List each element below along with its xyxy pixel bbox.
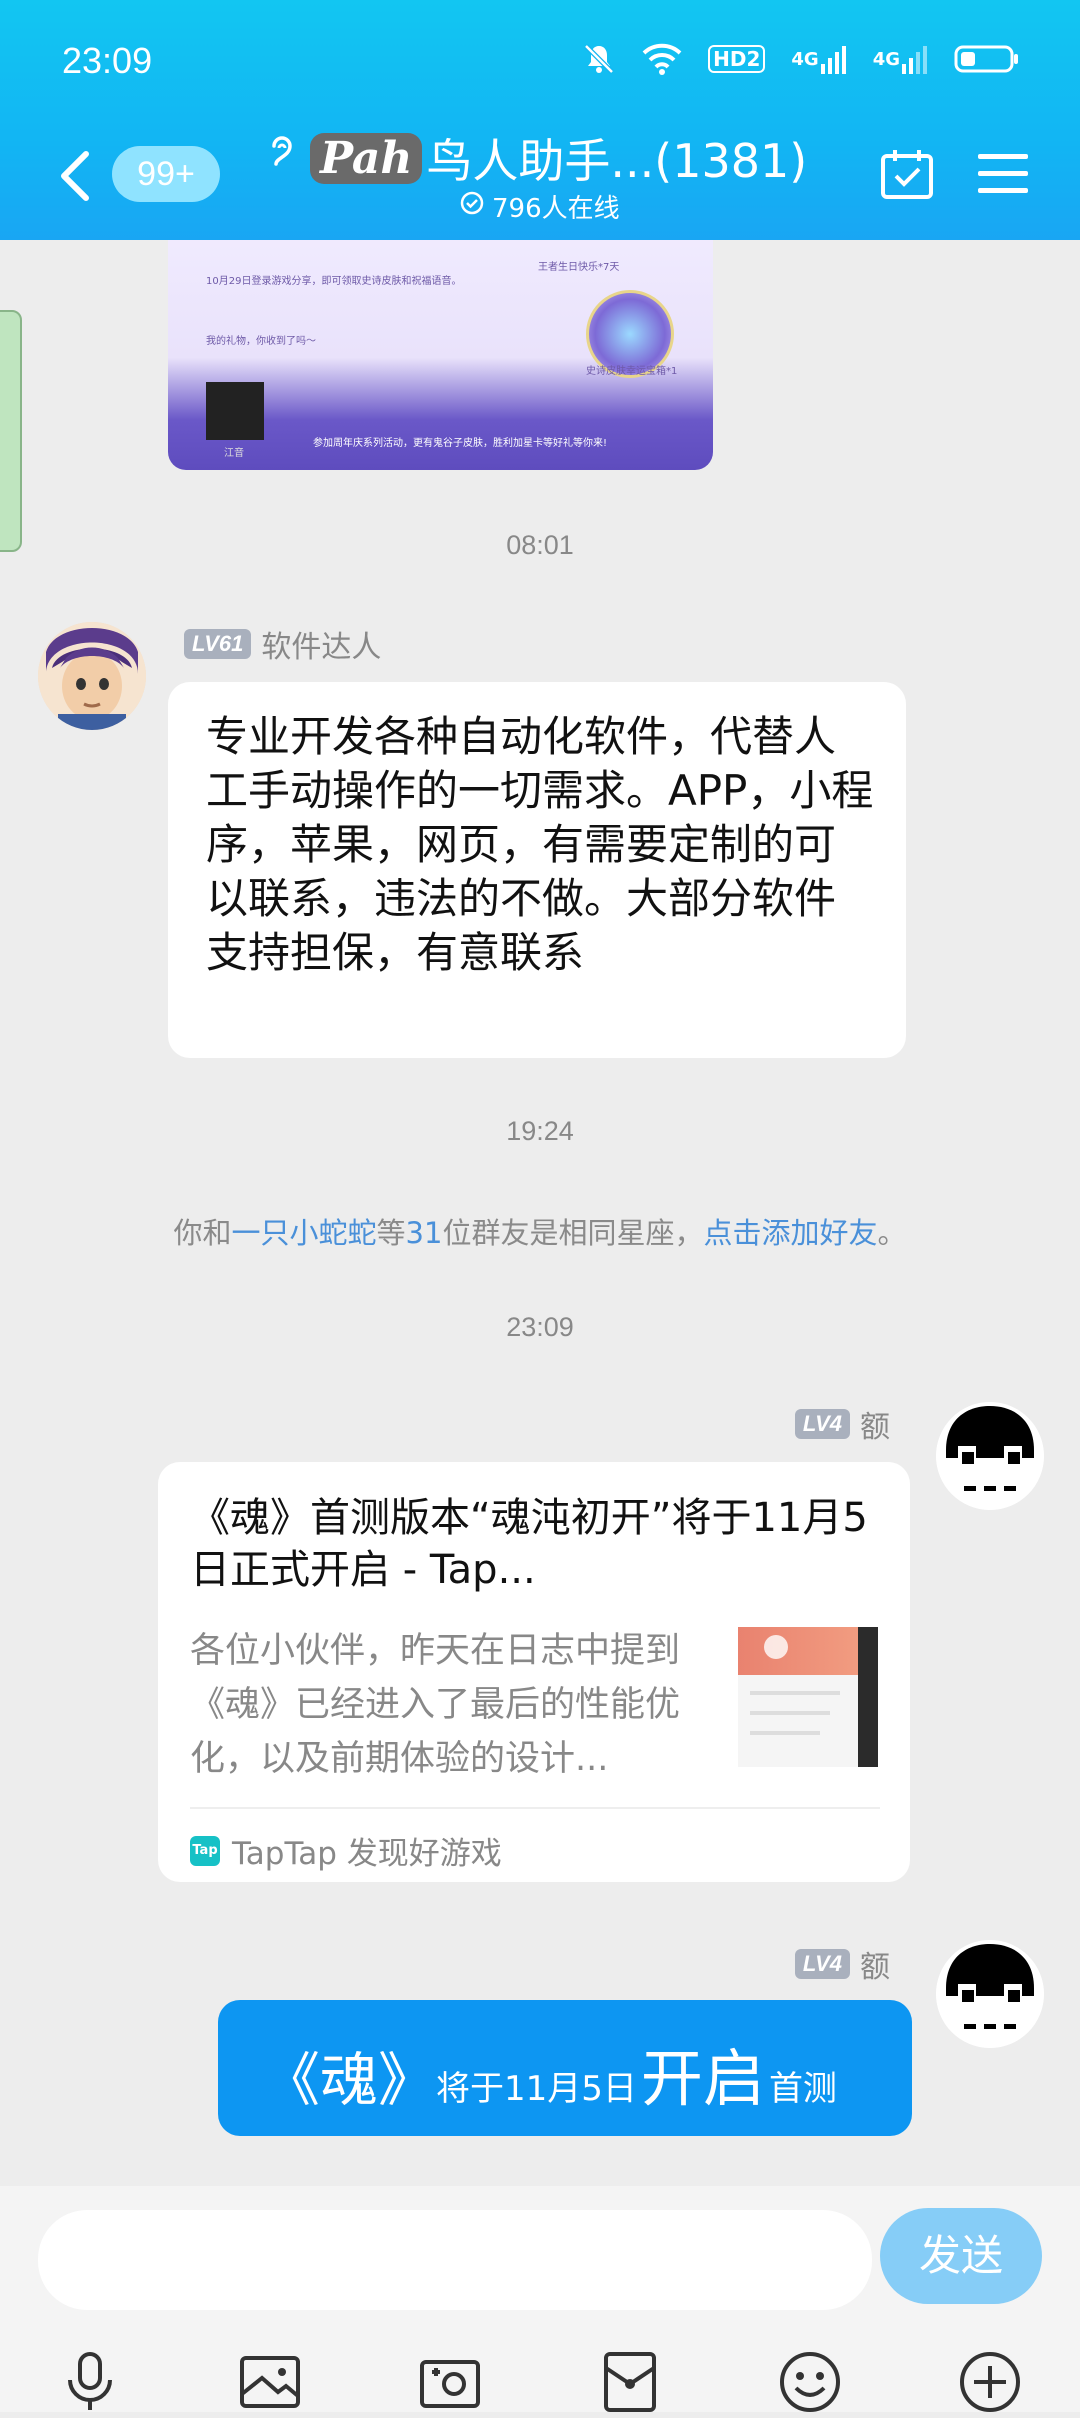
timestamp: 19:24: [506, 1116, 574, 1146]
group-title-row[interactable]: Pah 鸟人助手...(1381): [268, 126, 807, 190]
system-message: 你和一只小蛇蛇等31位群友是相同星座，点击添加好友。: [0, 1210, 1080, 1252]
avatar[interactable]: [936, 1402, 1044, 1510]
sender-row: LV4 额: [794, 1942, 890, 1986]
system-text-end: 。: [877, 1216, 907, 1250]
sender-name[interactable]: 额: [860, 1942, 890, 1986]
image-line-2: 我的礼物，你收到了吗～: [206, 336, 316, 347]
image-footer: 参加周年庆系列活动，更有鬼谷子皮肤，胜利加星卡等好礼等你来!: [313, 438, 608, 449]
image-icon[interactable]: [238, 2350, 302, 2414]
menu-icon[interactable]: [978, 152, 1028, 196]
check-circle-icon: [460, 191, 484, 222]
microphone-icon[interactable]: [58, 2350, 122, 2414]
message-part-4: 首测: [768, 2069, 837, 2109]
battery-icon: [954, 40, 1020, 78]
link-card-source-text: TapTap 发现好游戏: [232, 1836, 502, 1872]
image-line-1: 10月29日登录游戏分享，即可领取史诗皮肤和祝福语音。: [206, 276, 462, 287]
user-link[interactable]: 一只小蛇蛇: [232, 1216, 377, 1250]
group-logo: Pah: [310, 132, 423, 184]
hd-icon: HD2: [708, 40, 766, 78]
plus-icon[interactable]: [958, 2350, 1022, 2414]
sender-name[interactable]: 软件达人: [261, 622, 381, 666]
signal-icon-1: 4G: [791, 40, 846, 78]
input-toolbar: [0, 2350, 1080, 2412]
timestamp: 23:09: [506, 1312, 574, 1342]
avatar-photo: [206, 382, 264, 440]
shared-image-message[interactable]: 10月29日登录游戏分享，即可领取史诗皮肤和祝福语音。 我的礼物，你收到了吗～ …: [168, 220, 713, 470]
link-card-source: Tap TapTap 发现好游戏: [190, 1828, 502, 1873]
group-title: 鸟人助手...(1381): [426, 134, 808, 188]
link-card-title: 《魂》首测版本“魂沌初开”将于11月5日正式开启 - Tap...: [190, 1495, 868, 1593]
styled-message-text: 《魂》 将于11月5日 开启 首测: [262, 2028, 837, 2118]
back-icon[interactable]: [56, 148, 96, 204]
avatar[interactable]: [38, 622, 146, 730]
message-input[interactable]: [38, 2210, 872, 2310]
calendar-check-icon[interactable]: [880, 148, 934, 200]
link-card-thumbnail: [738, 1627, 878, 1767]
unread-badge[interactable]: 99+: [112, 146, 220, 202]
online-count-text: 796人在线: [492, 194, 620, 224]
message-part-3: 开启: [640, 2042, 765, 2115]
message-part-1: 《魂》: [262, 2046, 437, 2114]
sender-name[interactable]: 额: [860, 1402, 890, 1446]
taptap-logo-icon: Tap: [190, 1835, 220, 1866]
link-card-message[interactable]: 《魂》首测版本“魂沌初开”将于11月5日正式开启 - Tap... 各位小伙伴，…: [158, 1462, 910, 1882]
text-message[interactable]: 专业开发各种自动化软件，代替人工手动操作的一切需求。APP，小程序，苹果，网页，…: [168, 682, 906, 1058]
count-link[interactable]: 31: [406, 1216, 443, 1250]
system-text-mid2: 位群友是相同星座，: [442, 1216, 704, 1250]
hd-label: HD2: [708, 45, 766, 73]
network-label-1: 4G: [791, 48, 819, 70]
system-text-mid: 等: [376, 1216, 406, 1250]
camera-icon[interactable]: [418, 2350, 482, 2414]
ear-icon: [268, 131, 298, 185]
status-icons: HD2 4G 4G: [582, 40, 1020, 78]
red-packet-icon[interactable]: [598, 2350, 662, 2414]
status-time: 23:09: [62, 40, 153, 81]
add-friend-link[interactable]: 点击添加好友: [703, 1216, 877, 1250]
link-card-description: 各位小伙伴，昨天在日志中提到《魂》已经进入了最后的性能优化，以及前期体验的设计.…: [190, 1631, 681, 1779]
timestamp: 08:01: [506, 530, 574, 560]
online-count: 796人在线: [460, 188, 620, 225]
image-label-1: 王者生日快乐*7天: [538, 262, 620, 273]
styled-text-message[interactable]: 《魂》 将于11月5日 开启 首测: [218, 2000, 912, 2136]
floating-side-tab[interactable]: [0, 310, 22, 552]
chat-header: 23:09 HD2 4G 4G 99+ Pah 鸟人助手...(1381) 79…: [0, 0, 1080, 240]
avatar[interactable]: [936, 1940, 1044, 2048]
wifi-icon: [642, 40, 682, 78]
emoji-icon[interactable]: [778, 2350, 842, 2414]
sender-row: LV61 软件达人: [184, 622, 381, 666]
level-badge: LV4: [794, 1409, 850, 1439]
mute-bell-icon: [582, 40, 616, 78]
message-part-2: 将于11月5日: [436, 2069, 637, 2109]
network-label-2: 4G: [872, 48, 900, 70]
image-label-2: 史诗皮肤幸运宝箱*1: [586, 366, 678, 377]
system-text-prefix: 你和: [173, 1216, 232, 1250]
message-text: 专业开发各种自动化软件，代替人工手动操作的一切需求。APP，小程序，苹果，网页，…: [206, 712, 874, 977]
level-badge: LV61: [184, 629, 252, 659]
image-photo-caption: 江音: [224, 448, 244, 459]
divider: [190, 1807, 880, 1809]
level-badge: LV4: [794, 1949, 850, 1979]
signal-icon-2: 4G: [873, 40, 928, 78]
send-button[interactable]: 发送: [880, 2208, 1042, 2304]
sender-row: LV4 额: [794, 1402, 890, 1446]
input-bar: 发送: [0, 2186, 1080, 2412]
